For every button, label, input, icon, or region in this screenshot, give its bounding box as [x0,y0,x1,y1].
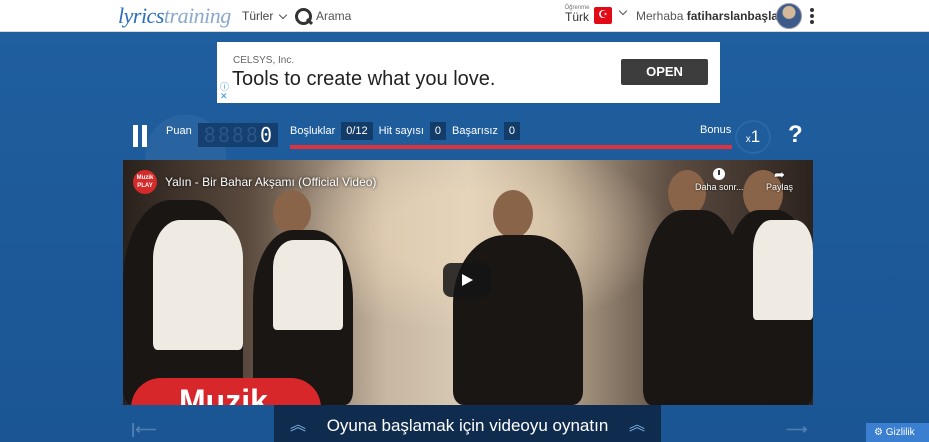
bonus-label: Bonus [700,124,732,136]
progress-bar [290,145,732,149]
user-greeting[interactable]: Merhaba fatiharslanbaşlar ! [636,9,790,23]
video-player[interactable]: Muzik PLAY Yalın - Bir Bahar Akşamı (Off… [123,160,813,405]
game-stats: Boşluklar 0/12 Hit sayısı 0 Başarısız 0 [290,122,521,140]
learning-language[interactable]: Öğrenme Türk [562,5,592,23]
search-icon [294,7,312,25]
video-figure [153,220,243,350]
search-button[interactable]: Arama [294,7,351,25]
ad-choices-icon[interactable]: ⓘ ✕ [220,83,229,101]
share-button[interactable]: ➦ Paylaş [766,168,793,192]
genres-menu[interactable]: Türler [242,9,288,23]
muzik-play-watermark: Muzik [131,378,321,405]
ad-title: Tools to create what you love. [232,68,496,90]
start-message: Oyuna başlamak için videoyu oynatın [326,416,609,435]
double-chevron-up-icon: ︽ [290,417,307,434]
channel-logo[interactable]: Muzik PLAY [133,170,157,194]
fails-label: Başarısız [452,125,498,137]
more-menu-icon[interactable] [810,8,814,26]
next-line-icon[interactable]: ⟶ [786,420,808,438]
start-message-bar[interactable]: ︽ Oyuna başlamak için videoyu oynatın ︽ [274,405,661,442]
ad-company: CELSYS, Inc. [233,55,295,66]
share-icon: ➦ [774,167,785,182]
video-figure [273,190,311,234]
fails-value: 0 [503,122,521,140]
advertisement[interactable]: CELSYS, Inc. Tools to create what you lo… [217,42,720,103]
gaps-label: Boşluklar [290,125,336,137]
bonus-multiplier: x1 [735,120,771,154]
username: fatiharslanbaşlar ! [686,9,791,23]
video-figure [753,220,813,320]
clock-icon [713,168,726,180]
search-label: Arama [316,9,352,23]
chevron-down-icon[interactable] [618,6,628,16]
hits-value: 0 [429,122,447,140]
help-button[interactable]: ? [788,121,803,149]
video-figure [453,235,583,405]
double-chevron-up-icon: ︽ [628,417,645,434]
site-logo[interactable]: lyricstraining [118,3,231,29]
privacy-button[interactable]: ⚙ Gizlilik [866,423,929,442]
hits-label: Hit sayısı [378,125,424,137]
video-title[interactable]: Yalın - Bir Bahar Akşamı (Official Video… [165,175,376,189]
ad-open-button[interactable]: OPEN [621,59,708,85]
turkey-flag-icon[interactable]: ☪ [594,7,612,24]
watch-later-button[interactable]: Daha sonr... [695,168,744,192]
chevron-down-icon [279,10,288,19]
gaps-value: 0/12 [341,122,373,140]
score-value: 0 [259,123,274,147]
video-figure [273,240,343,330]
top-navbar: lyricstraining Türler Arama Öğrenme Türk… [0,0,929,32]
avatar[interactable] [776,3,802,29]
score-display: 88880 [198,123,278,147]
score-label: Puan [166,125,192,137]
play-button[interactable] [443,263,491,297]
genres-label: Türler [242,9,274,23]
video-figure [493,190,533,238]
previous-line-icon[interactable]: |⟵ [131,420,157,438]
pause-button[interactable] [133,125,147,147]
